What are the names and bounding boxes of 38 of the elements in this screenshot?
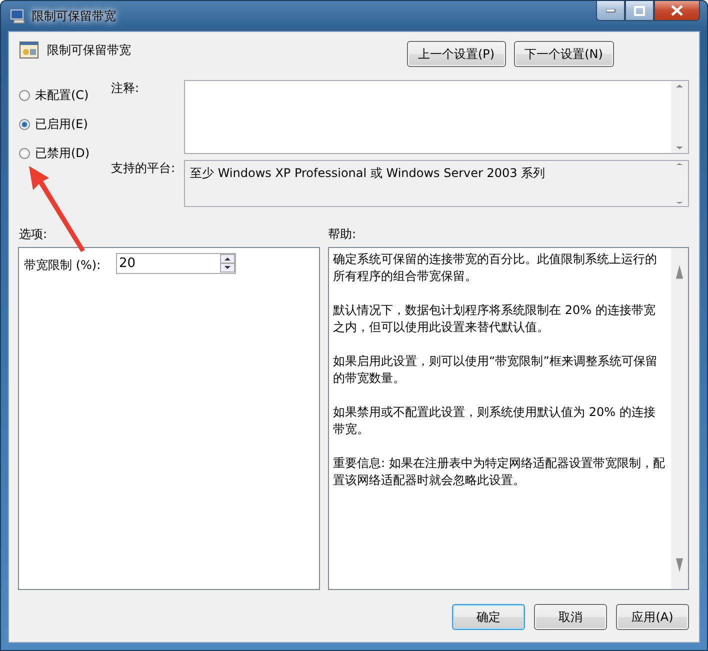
spin-arrows-icon[interactable] bbox=[220, 254, 235, 273]
previous-setting-button[interactable]: 上一个设置(P) bbox=[407, 41, 506, 67]
policy-title: 限制可保留带宽 bbox=[47, 42, 132, 59]
help-paragraph: 如果禁用或不配置此设置，则系统使用默认值为 20% 的连接带宽。 bbox=[333, 404, 656, 438]
bandwidth-value: 20 bbox=[118, 256, 137, 271]
options-label: 选项: bbox=[19, 226, 48, 243]
scrollbar-drawing[interactable] bbox=[671, 248, 688, 589]
maximize-icon bbox=[634, 6, 645, 16]
computer-icon bbox=[10, 8, 26, 24]
comment-label: 注释: bbox=[111, 80, 140, 97]
scrollbar-drawing[interactable] bbox=[671, 81, 688, 153]
window-title: 限制可保留带宽 bbox=[32, 8, 116, 24]
settings-icon bbox=[19, 40, 39, 60]
help-paragraph: 如果启用此设置，则可以使用“带宽限制”框来调整系统可保留的带宽数量。 bbox=[333, 353, 658, 387]
radio-label: 已启用(E) bbox=[35, 116, 88, 133]
close-button[interactable] bbox=[654, 1, 700, 21]
comment-field[interactable] bbox=[184, 80, 689, 154]
ok-button[interactable]: 确定 bbox=[452, 604, 525, 630]
platform-label: 支持的平台: bbox=[111, 160, 176, 177]
minimize-icon bbox=[606, 8, 616, 12]
radio-button[interactable] bbox=[19, 90, 30, 101]
help-paragraph: 重要信息: 如果在注册表中为特定网络适配器设置带宽限制，配置该网络适配器时就会忽略此设置。 bbox=[333, 455, 666, 489]
bandwidth-limit-label: 带宽限制 (%): bbox=[24, 257, 102, 274]
bandwidth-spin-field[interactable]: 20 bbox=[116, 253, 236, 274]
minimize-button[interactable] bbox=[596, 1, 625, 21]
help-label: 帮助: bbox=[328, 226, 356, 243]
radio-button[interactable] bbox=[19, 119, 30, 130]
maximize-button[interactable] bbox=[625, 1, 654, 21]
radio-label: 未配置(C) bbox=[35, 87, 89, 104]
cancel-button[interactable]: 取消 bbox=[534, 604, 607, 630]
apply-button[interactable]: 应用(A) bbox=[616, 604, 689, 630]
next-setting-button[interactable]: 下一个设置(N) bbox=[514, 41, 614, 67]
help-paragraph: 确定系统可保留的连接带宽的百分比。此值限制系统上运行的所有程序的组合带宽保留。 bbox=[333, 251, 658, 285]
help-paragraph: 默认情况下，数据包计划程序将系统限制在 20% 的连接带宽之内，但可以使用此设置来替代默认值。 bbox=[333, 302, 656, 336]
radio-button[interactable] bbox=[19, 148, 30, 159]
close-icon bbox=[671, 5, 683, 16]
radio-label: 已禁用(D) bbox=[35, 145, 90, 162]
platform-text: 至少 Windows XP Professional 或 Windows Server 2003 系列 bbox=[189, 165, 546, 182]
